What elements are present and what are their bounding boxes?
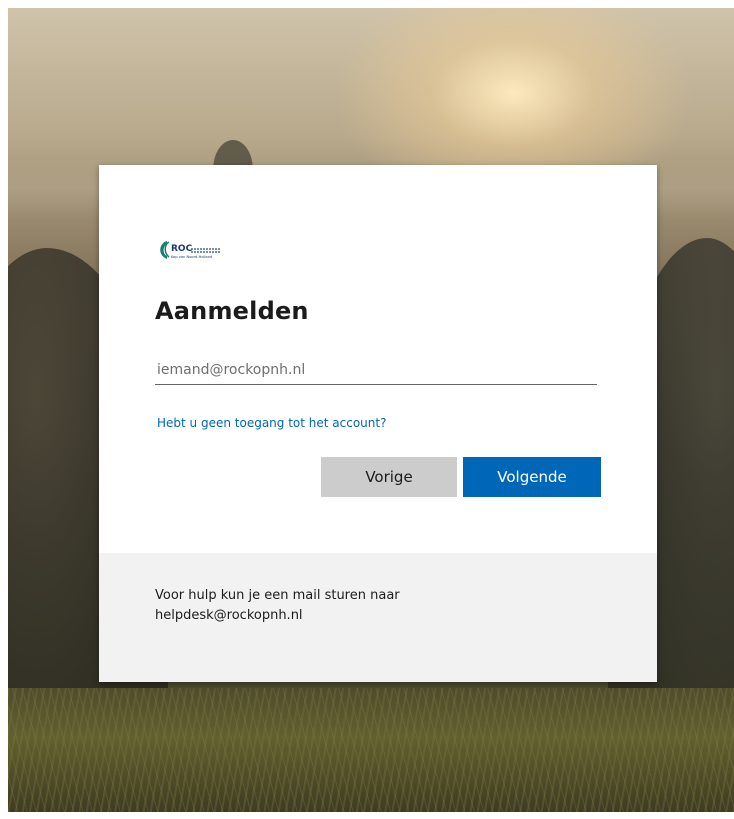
signin-dialog: ROC Kop van Noord-Holland Aanmelden Hebt… <box>99 165 657 682</box>
logo-text: ROC <box>171 244 193 254</box>
background-grass <box>8 688 734 812</box>
email-input[interactable] <box>155 355 597 385</box>
help-footer: Voor hulp kun je een mail sturen naar he… <box>99 553 657 682</box>
no-access-link[interactable]: Hebt u geen toegang tot het account? <box>157 416 386 430</box>
logo-subtext: Kop van Noord-Holland <box>171 255 212 259</box>
help-text: Voor hulp kun je een mail sturen naar he… <box>155 586 535 626</box>
roc-logo: ROC Kop van Noord-Holland <box>160 241 220 259</box>
next-button[interactable]: Volgende <box>463 457 601 497</box>
page-title: Aanmelden <box>155 297 309 325</box>
help-text-line1: Voor hulp kun je een mail sturen naar <box>155 588 400 603</box>
helpdesk-email: helpdesk@rockopnh.nl <box>155 608 303 623</box>
back-button[interactable]: Vorige <box>321 457 457 497</box>
page-frame: ROC Kop van Noord-Holland Aanmelden Hebt… <box>0 0 734 819</box>
